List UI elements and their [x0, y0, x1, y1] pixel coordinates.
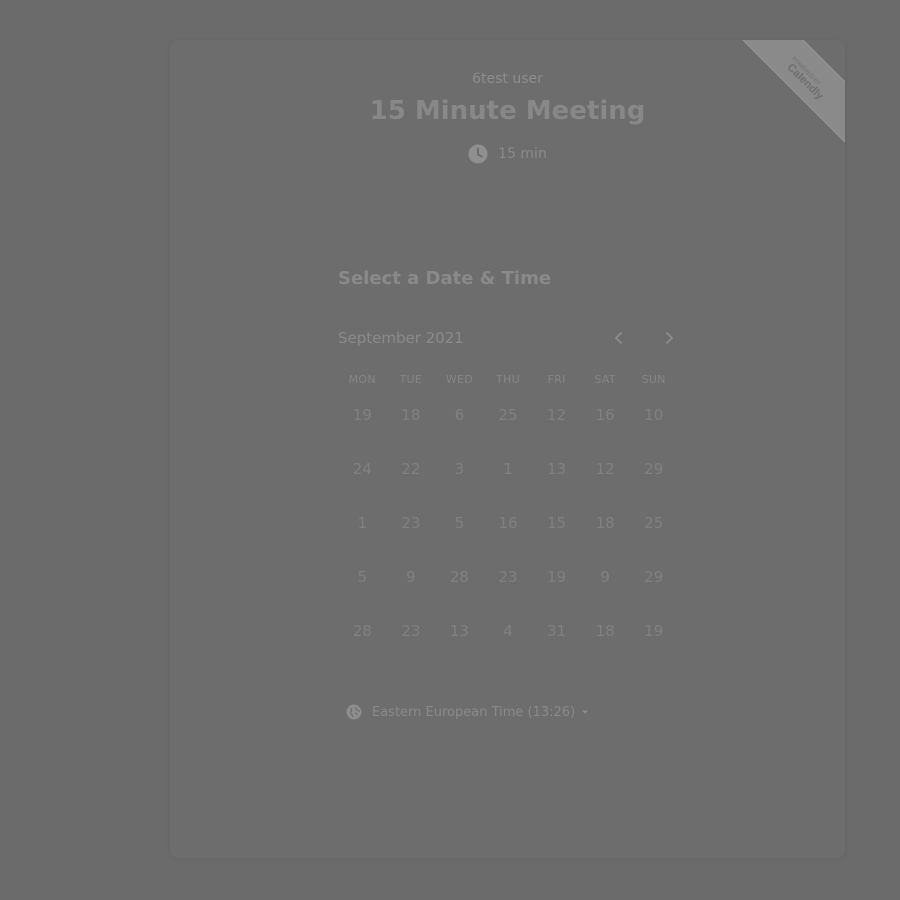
calendar-day[interactable]: 19	[629, 624, 678, 678]
calendar-day[interactable]: 18	[387, 408, 436, 462]
event-title: 15 Minute Meeting	[369, 96, 646, 126]
timezone-label: Eastern European Time (13:26)	[372, 704, 576, 720]
weekday-label: FRI	[547, 373, 566, 386]
calendar-day[interactable]: 6	[435, 408, 484, 462]
calendar-day[interactable]: 1	[338, 516, 387, 570]
calendar-day[interactable]: 23	[387, 624, 436, 678]
calendar-day[interactable]: 29	[629, 570, 678, 624]
duration-label: 15 min	[498, 146, 547, 162]
chevron-left-icon	[615, 332, 622, 344]
timezone-selector[interactable]: Eastern European Time (13:26)	[346, 704, 589, 720]
date-picker: Select a Date & Time September 2021 MON …	[338, 268, 678, 678]
next-month-button[interactable]	[658, 327, 680, 349]
calendar-day[interactable]: 16	[484, 516, 533, 570]
weekday-label: TUE	[399, 373, 423, 386]
calendar-day[interactable]: 25	[484, 408, 533, 462]
clock-icon	[468, 144, 488, 164]
calendar-day[interactable]: 23	[387, 516, 436, 570]
calendar-day[interactable]: 29	[629, 462, 678, 516]
calendar-day[interactable]: 28	[338, 624, 387, 678]
calendar-day[interactable]: 15	[532, 516, 581, 570]
section-heading: Select a Date & Time	[338, 268, 552, 289]
calendar-day[interactable]: 19	[338, 408, 387, 462]
month-nav-buttons	[608, 327, 680, 349]
weekday-label: THU	[496, 373, 520, 386]
event-header: 6test user 15 Minute Meeting 15 min	[170, 71, 845, 164]
weekday-label: SUN	[641, 373, 666, 386]
weekday-label: MON	[348, 373, 376, 386]
weekday-label: WED	[445, 373, 474, 386]
weekday-label: SAT	[594, 373, 616, 386]
calendar-day[interactable]: 5	[338, 570, 387, 624]
calendar-day[interactable]: 1	[484, 462, 533, 516]
calendar-day[interactable]: 19	[532, 570, 581, 624]
calendar-day[interactable]: 12	[532, 408, 581, 462]
previous-month-button[interactable]	[608, 327, 630, 349]
booking-card: POWERED BY Calendly 6test user 15 Minute…	[170, 40, 845, 858]
calendar-day[interactable]: 18	[581, 516, 630, 570]
calendar-day[interactable]: 9	[387, 570, 436, 624]
calendar-day[interactable]: 18	[581, 624, 630, 678]
calendar-day[interactable]: 22	[387, 462, 436, 516]
calendar-day[interactable]: 16	[581, 408, 630, 462]
calendar-day[interactable]: 13	[532, 462, 581, 516]
month-label: September 2021	[338, 329, 464, 347]
month-navigation: September 2021	[338, 325, 678, 351]
chevron-right-icon	[666, 332, 673, 344]
calendar-day[interactable]: 5	[435, 516, 484, 570]
calendar-day[interactable]: 23	[484, 570, 533, 624]
calendar-day[interactable]: 28	[435, 570, 484, 624]
weekday-header: MON TUE WED THU FRI SAT SUN	[338, 373, 678, 386]
owner-name: 6test user	[472, 71, 543, 87]
caret-down-icon	[582, 710, 589, 714]
globe-icon	[346, 704, 362, 720]
calendar-grid: 19 18 6 25 12 16 10 24 22 3 1 13 12 29 1…	[338, 408, 678, 678]
calendar-day[interactable]: 9	[581, 570, 630, 624]
calendar-day[interactable]: 3	[435, 462, 484, 516]
calendar-day[interactable]: 10	[629, 408, 678, 462]
calendar-day[interactable]: 24	[338, 462, 387, 516]
calendar-day[interactable]: 4	[484, 624, 533, 678]
calendar-day[interactable]: 13	[435, 624, 484, 678]
event-duration: 15 min	[170, 144, 845, 164]
calendar-day[interactable]: 31	[532, 624, 581, 678]
calendar-day[interactable]: 25	[629, 516, 678, 570]
calendar-day[interactable]: 12	[581, 462, 630, 516]
